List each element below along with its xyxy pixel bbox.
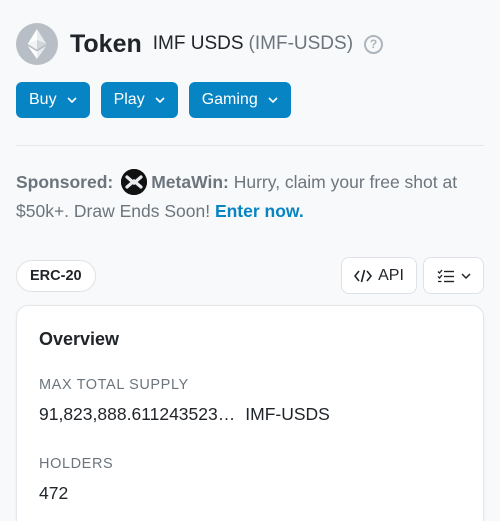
- gaming-label: Gaming: [201, 91, 258, 108]
- holders-label: HOLDERS: [39, 456, 114, 472]
- enter-now-link[interactable]: Enter now.: [215, 201, 304, 221]
- token-header: Token IMF USDS (IMF-USDS) ?: [16, 22, 484, 66]
- buy-button[interactable]: Buy: [16, 82, 90, 118]
- chevron-down-icon: [460, 272, 471, 279]
- token-standard-badge: ERC-20: [16, 260, 96, 292]
- api-label: API: [378, 266, 404, 284]
- page-title: Token: [70, 29, 142, 58]
- holders-value: 472: [39, 483, 69, 503]
- max-supply-unit: IMF-USDS: [245, 404, 330, 424]
- sponsored-label: Sponsored:: [16, 172, 114, 192]
- gaming-button[interactable]: Gaming: [188, 82, 291, 118]
- chevron-down-icon: [268, 97, 278, 104]
- play-label: Play: [113, 91, 145, 108]
- chevron-down-icon: [155, 97, 165, 104]
- overview-title: Overview: [39, 329, 120, 349]
- token-name-text: IMF USDS: [152, 33, 244, 54]
- code-icon: [354, 269, 373, 282]
- help-icon[interactable]: ?: [364, 34, 384, 54]
- ethereum-icon: [16, 23, 58, 65]
- action-buttons: Buy Play Gaming: [16, 82, 291, 118]
- api-button[interactable]: API: [341, 257, 417, 294]
- token-symbol: (IMF-USDS): [248, 33, 354, 54]
- max-supply-label: MAX TOTAL SUPPLY: [39, 377, 189, 393]
- play-button[interactable]: Play: [100, 82, 178, 118]
- overview-card: Overview MAX TOTAL SUPPLY 91,823,888.611…: [16, 305, 484, 521]
- max-supply-amount: 91,823,888.611243523…: [39, 404, 236, 424]
- metawin-icon: [121, 169, 148, 195]
- divider: [16, 145, 484, 146]
- chevron-down-icon: [67, 97, 77, 104]
- sponsored-banner: Sponsored: MetaWin: Hurry, claim your fre…: [16, 168, 484, 226]
- max-supply-value: 91,823,888.611243523… IMF-USDS: [39, 404, 330, 425]
- list-check-icon: [437, 269, 454, 282]
- buy-label: Buy: [29, 91, 57, 108]
- options-dropdown-button[interactable]: [423, 257, 484, 294]
- sponsor-brand: MetaWin:: [151, 172, 229, 192]
- token-name: IMF USDS (IMF-USDS): [153, 33, 353, 55]
